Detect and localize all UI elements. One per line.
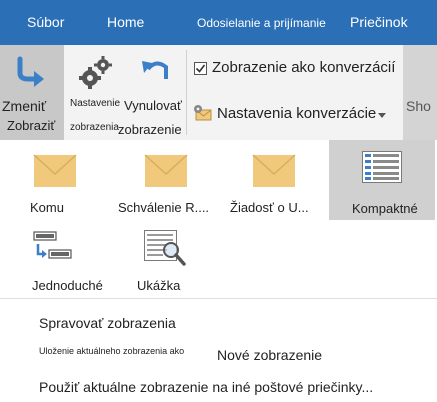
envelope-icon (33, 154, 77, 187)
tab-folder[interactable]: Priečinok (350, 14, 408, 30)
manage-views-menu-item[interactable]: Spravovať zobrazenia (39, 315, 176, 331)
view-item-label: Komu (30, 200, 64, 215)
conversation-settings-icon (194, 105, 212, 121)
save-view-menu-item[interactable]: Uloženie aktuálneho zobrazenia ako Nové … (39, 344, 419, 366)
view-item-approval[interactable]: Schválenie R.... (114, 148, 214, 218)
view-item-label: Kompaktné (352, 201, 418, 216)
view-settings-label-1: Nastavenie (70, 98, 121, 109)
view-item-request[interactable]: Žiadosť o U... (222, 148, 322, 218)
save-view-prefix: Uloženie aktuálneho zobrazenia ako (39, 346, 185, 356)
view-item-label: Schválenie R.... (118, 200, 210, 215)
view-settings-label-2: zobrazenia (70, 122, 119, 133)
tab-file[interactable]: Súbor (27, 14, 64, 30)
checkmark-icon (195, 64, 206, 73)
change-view-label-2: Zobraziť (7, 118, 56, 133)
simple-list-icon (33, 231, 72, 259)
apply-view-menu-item[interactable]: Použiť aktuálne zobrazenie na iné poštov… (39, 379, 373, 395)
view-item-simple[interactable]: Jednoduché (26, 226, 116, 296)
reset-view-label-1: Vynulovať (124, 98, 182, 113)
compact-list-icon (362, 151, 402, 183)
conversation-view-label: Zobrazenie ako konverzácií (212, 59, 396, 76)
show-as-label: Sho (406, 98, 431, 114)
conversation-settings-button[interactable]: Nastavenia konverzácie (192, 102, 402, 126)
gears-icon (79, 56, 112, 89)
view-item-label: Žiadosť o U... (230, 200, 309, 215)
view-item-komu[interactable]: Komu (20, 148, 90, 218)
envelope-icon (144, 154, 188, 187)
dropdown-arrow-icon (378, 113, 386, 118)
view-item-label: Ukážka (137, 278, 181, 293)
change-view-arrow-icon (17, 56, 44, 87)
reset-view-button[interactable]: Vynulovať zobrazenie (118, 45, 190, 140)
view-item-preview[interactable]: Ukážka (132, 226, 202, 296)
tab-home[interactable]: Home (107, 14, 144, 30)
view-item-label: Jednoduché (32, 278, 103, 293)
tab-send-receive[interactable]: Odosielanie a prijímanie (197, 16, 326, 30)
preview-icon (144, 230, 186, 266)
save-view-suffix: Nové zobrazenie (217, 347, 323, 363)
ribbon-tab-bar: Súbor Home Odosielanie a prijímanie Prie… (0, 0, 437, 45)
envelope-icon (252, 154, 296, 187)
ribbon-divider (186, 50, 187, 135)
conversation-settings-label: Nastavenia konverzácie (217, 105, 377, 122)
change-view-label-1: Zmeniť (2, 98, 47, 114)
reset-view-label-2: zobrazenie (118, 122, 182, 137)
view-item-compact[interactable]: Kompaktné (329, 140, 435, 220)
menu-separator (0, 298, 437, 299)
conversation-view-option[interactable]: Zobrazenie ako konverzácií (192, 58, 402, 80)
show-as-group-cutoff[interactable]: Sho (403, 45, 437, 140)
conversation-view-checkbox[interactable] (194, 62, 207, 75)
undo-arrow-icon (142, 61, 168, 79)
change-view-button[interactable]: Zmeniť Zobraziť (0, 45, 64, 140)
